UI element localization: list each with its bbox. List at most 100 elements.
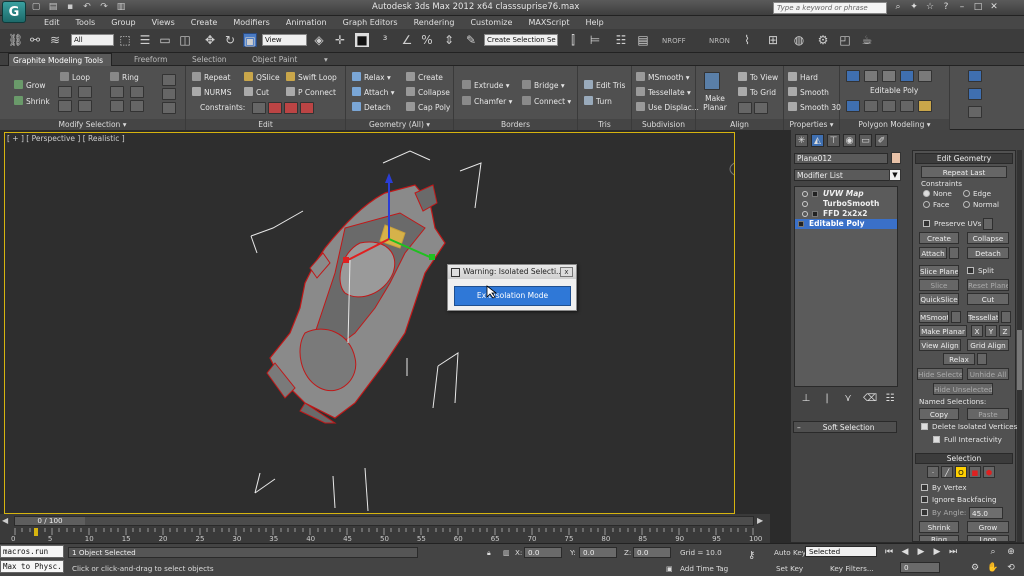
rectangular-selection-icon[interactable]: ▭ (158, 33, 172, 47)
preserve-uvs-checkbox[interactable]: Preserve UVs (923, 219, 981, 229)
window-crossing-icon[interactable]: ◫ (178, 33, 192, 47)
link-icon[interactable]: ⛓ (8, 33, 23, 47)
reference-coordinate-dropdown[interactable]: View (262, 34, 307, 46)
panel-footer-modify-selection[interactable]: Modify Selection ▾ (0, 119, 185, 130)
tab-object-paint[interactable]: Object Paint (248, 53, 301, 66)
maximize-icon[interactable]: □ (973, 2, 983, 13)
relax-button[interactable]: Relax (943, 353, 975, 365)
nron-label[interactable]: NRON (709, 37, 730, 45)
save-file-icon[interactable]: ▪ (64, 2, 76, 13)
render-setup-icon[interactable]: ⚙ (816, 33, 830, 47)
menu-maxscript[interactable]: MAXScript (520, 16, 577, 29)
unlink-icon[interactable]: ⚯ (28, 33, 42, 47)
select-by-button[interactable] (162, 102, 176, 114)
pin-stack-icon[interactable]: ⊥ (800, 393, 812, 405)
make-planar-icon[interactable] (704, 72, 720, 90)
selection-preview-button[interactable] (78, 100, 92, 112)
modifier-stack-icon[interactable] (846, 100, 860, 112)
swift-loop-button[interactable]: Swift Loop (286, 72, 337, 83)
open-file-icon[interactable]: ▤ (47, 2, 59, 13)
menu-edit[interactable]: Edit (36, 16, 68, 29)
constraint-edge-button[interactable] (268, 102, 282, 114)
paste-button[interactable]: Paste (967, 408, 1009, 420)
mirror-icon[interactable]: ⫿ (566, 33, 580, 47)
time-configuration-icon[interactable]: ⚙ (968, 562, 982, 574)
new-file-icon[interactable]: ▢ (30, 2, 42, 13)
slice-button[interactable]: Slice (919, 279, 959, 291)
remove-modifier-icon[interactable]: ⌫ (863, 393, 877, 405)
help-icon[interactable]: ? (941, 2, 951, 13)
dock-icon[interactable] (968, 70, 982, 82)
menu-create[interactable]: Create (183, 16, 226, 29)
current-frame-field[interactable]: 0 (900, 562, 940, 573)
polygon-mode-icon[interactable] (900, 70, 914, 82)
modifier-list-dropdown[interactable]: Modifier List (794, 169, 898, 181)
copy-button[interactable]: Copy (919, 408, 959, 420)
menu-help[interactable]: Help (578, 16, 612, 29)
edge-mode-icon[interactable] (864, 70, 878, 82)
ring-mode-button[interactable] (110, 100, 124, 112)
quickslice-button[interactable]: QuickSlice (919, 293, 959, 305)
stack-item-uvw-map[interactable]: UVW Map (795, 189, 897, 199)
zoom-all-icon[interactable]: ⊕ (1004, 546, 1018, 558)
by-angle-checkbox[interactable]: By Angle: (921, 508, 966, 518)
ribbon-minimize-toggle[interactable]: ▾ (320, 53, 332, 66)
constraint-face-radio[interactable]: Face (923, 200, 949, 210)
communication-center-icon[interactable]: ✦ (909, 2, 919, 13)
graphite-toggle-icon[interactable]: ▤ (636, 33, 650, 47)
collapse-stack-icon[interactable] (900, 100, 914, 112)
lightbulb-icon[interactable] (802, 211, 808, 217)
hierarchy-tab-icon[interactable]: ⊤ (827, 134, 840, 147)
preserve-uvs-settings-button[interactable] (983, 218, 993, 230)
schematic-view-icon[interactable]: ⊞ (766, 33, 780, 47)
lock-selection-icon[interactable]: 🔒︎ (487, 547, 491, 558)
maxscript-listener-line[interactable]: macros.run (0, 545, 64, 558)
exit-isolation-mode-button[interactable]: Exit Isolation Mode (454, 286, 571, 306)
time-slider[interactable]: 0 / 100 (14, 516, 754, 526)
detach-button[interactable]: Detach (352, 102, 391, 113)
dialog-close-button[interactable]: x (560, 267, 573, 277)
element-mode-icon[interactable] (918, 70, 932, 82)
selection-preview-button[interactable] (78, 86, 92, 98)
by-vertex-checkbox[interactable]: By Vertex (921, 483, 967, 493)
motion-tab-icon[interactable]: ◉ (843, 134, 856, 147)
selection-header[interactable]: Selection (915, 453, 1013, 464)
time-tag-icon[interactable]: ▣ (666, 563, 673, 574)
hard-button[interactable]: Hard (788, 72, 818, 83)
menu-views[interactable]: Views (144, 16, 183, 29)
timeline-next-icon[interactable]: ▶ (757, 516, 763, 525)
view-align-button[interactable]: View Align (919, 339, 961, 351)
show-end-result-icon[interactable]: | (821, 393, 833, 405)
menu-group[interactable]: Group (103, 16, 143, 29)
play-icon[interactable]: ▶ (914, 546, 928, 558)
stack-item-turbosmooth[interactable]: TurboSmooth (795, 199, 897, 209)
constraint-face-button[interactable] (284, 102, 298, 114)
delete-isolated-checkbox[interactable]: Delete Isolated Vertices (921, 422, 1017, 432)
split-checkbox[interactable]: Split (967, 266, 994, 276)
lightbulb-icon[interactable] (802, 191, 808, 197)
pan-view-icon[interactable]: ✋ (986, 562, 1000, 574)
msmooth-button[interactable]: MSmooth ▾ (636, 72, 690, 83)
extrude-button[interactable]: Extrude ▾ (462, 80, 510, 91)
border-level-icon[interactable]: O (955, 466, 967, 478)
to-grid-button[interactable]: To Grid (738, 87, 776, 98)
full-interactivity-checkbox[interactable]: Full Interactivity (933, 435, 1002, 445)
next-frame-icon[interactable]: ▶ (930, 546, 944, 558)
attach-settings-button[interactable] (949, 247, 959, 259)
element-level-icon[interactable]: ⬢ (983, 466, 995, 478)
ring-mode-button[interactable] (130, 100, 144, 112)
close-icon[interactable]: ✕ (989, 2, 999, 13)
hide-selected-button[interactable]: Hide Selected (917, 368, 963, 380)
pin-stack-icon[interactable] (882, 100, 896, 112)
vertex-mode-icon[interactable] (846, 70, 860, 82)
align-x-button[interactable] (738, 102, 752, 114)
configure-modifier-sets-icon[interactable]: ☷ (884, 393, 896, 405)
soft-selection-rollout[interactable]: – Soft Selection (793, 421, 897, 433)
auto-key-button[interactable]: Auto Key (774, 547, 806, 558)
minimize-icon[interactable]: – (957, 2, 967, 13)
dock-icon[interactable] (968, 106, 982, 118)
detach-button[interactable]: Detach (967, 247, 1009, 259)
ring-mode-button[interactable] (130, 86, 144, 98)
tessellate-button[interactable]: Tessellate ▾ (636, 87, 691, 98)
panel-footer-properties[interactable]: Properties ▾ (784, 119, 839, 130)
